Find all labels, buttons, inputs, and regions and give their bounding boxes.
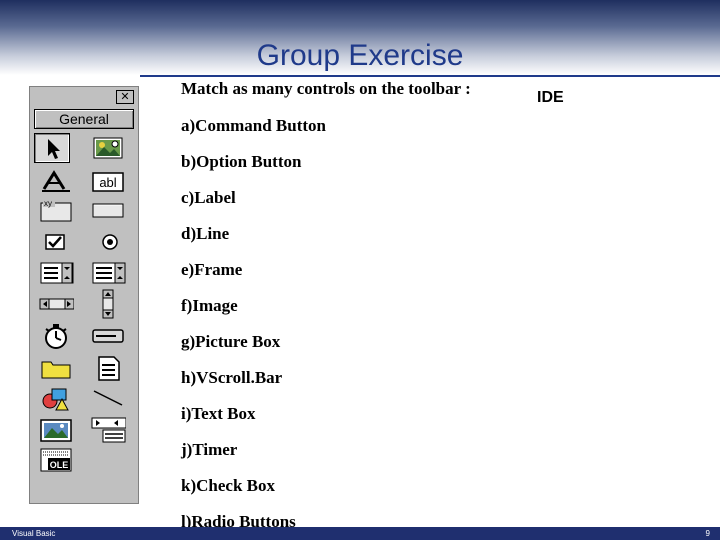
- ole-icon-label: OLE: [50, 460, 69, 470]
- option-picture-box: g)Picture Box: [181, 332, 281, 351]
- frame-icon-label: xy: [44, 199, 52, 208]
- footer-course-title: Visual Basic: [12, 529, 56, 538]
- checkbox-icon[interactable]: [38, 227, 74, 257]
- dirlistbox-icon[interactable]: [38, 353, 74, 383]
- textbox-icon-label: abl: [99, 175, 116, 190]
- ole-icon[interactable]: OLE: [38, 445, 74, 475]
- optionbutton-icon[interactable]: [90, 227, 126, 257]
- control-options-list: a)Command Button b)Option Button c)Label…: [181, 115, 326, 547]
- commandbutton-icon[interactable]: [90, 195, 126, 225]
- ide-label: IDE: [537, 89, 564, 106]
- filelistbox-icon[interactable]: [90, 353, 126, 383]
- listbox-icon[interactable]: [90, 257, 126, 287]
- toolbox-titlebar: ✕: [32, 90, 136, 104]
- option-check-box: k)Check Box: [181, 476, 275, 495]
- line-icon[interactable]: [90, 383, 126, 413]
- option-line: d)Line: [181, 224, 230, 243]
- option-timer: j)Timer: [181, 440, 238, 459]
- exercise-prompt: Match as many controls on the toolbar :: [181, 79, 471, 98]
- option-text-box: i)Text Box: [181, 404, 256, 423]
- data-icon[interactable]: [90, 415, 126, 445]
- option-option-button: b)Option Button: [181, 152, 302, 171]
- timer-icon[interactable]: [38, 321, 74, 351]
- option-label: c)Label: [181, 188, 236, 207]
- option-command-button: a)Command Button: [181, 116, 326, 135]
- vscrollbar-icon[interactable]: [90, 289, 126, 319]
- label-icon[interactable]: [38, 167, 74, 197]
- option-frame: e)Frame: [181, 260, 243, 279]
- vb-toolbox: ✕ General abl xy OLE: [29, 86, 139, 504]
- footer-bar: Visual Basic 9: [0, 527, 720, 540]
- toolbox-general-tab[interactable]: General: [34, 109, 134, 129]
- title-rule: [140, 75, 720, 77]
- pointer-icon[interactable]: [34, 133, 70, 163]
- close-icon[interactable]: ✕: [116, 90, 134, 104]
- image-icon[interactable]: [38, 415, 74, 445]
- hscrollbar-icon[interactable]: [38, 289, 74, 319]
- option-image: f)Image: [181, 296, 238, 315]
- shape-icon[interactable]: [38, 383, 74, 413]
- slide-title: Group Exercise: [256, 39, 464, 72]
- option-vscrollbar: h)VScroll.Bar: [181, 368, 283, 387]
- combobox-icon[interactable]: [38, 257, 74, 287]
- textbox-icon[interactable]: abl: [90, 167, 126, 197]
- page-number: 9: [705, 529, 710, 538]
- picturebox-icon[interactable]: [90, 133, 126, 163]
- drivelistbox-icon[interactable]: [90, 321, 126, 351]
- frame-icon[interactable]: xy: [38, 195, 74, 225]
